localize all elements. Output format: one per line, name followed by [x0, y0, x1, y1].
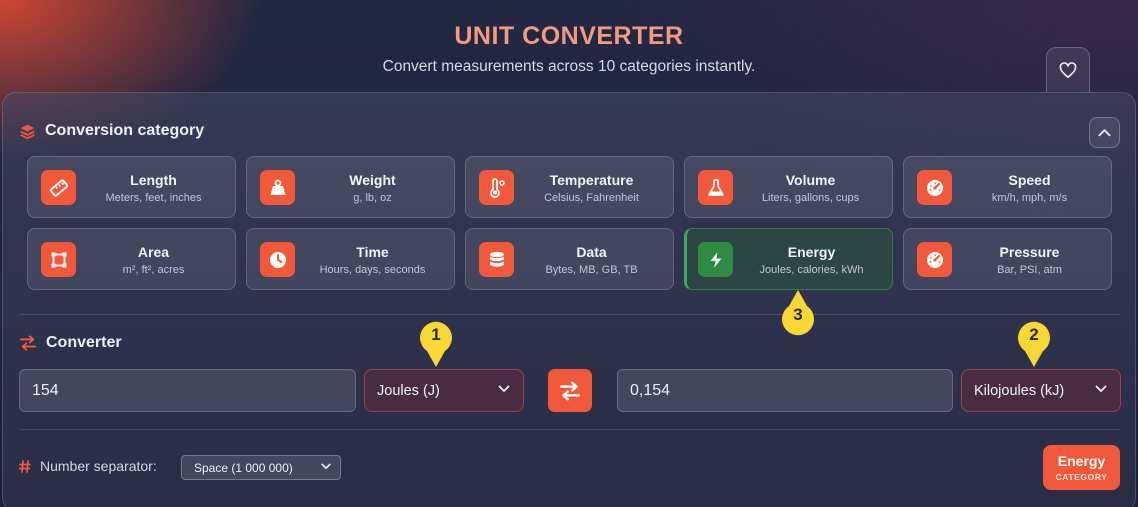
category-card-volume[interactable]: Volume Liters, gallons, cups — [684, 156, 893, 218]
annotation-marker-3: 3 — [780, 288, 816, 336]
category-card-area[interactable]: Area m², ft², acres — [27, 228, 236, 290]
category-name: Time — [356, 244, 389, 260]
divider — [19, 314, 1120, 315]
weight-icon — [260, 170, 295, 205]
chevron-down-icon — [321, 463, 331, 469]
category-card-data[interactable]: Data Bytes, MB, GB, TB — [465, 228, 674, 290]
gauge-icon — [917, 170, 952, 205]
chevron-down-icon — [1095, 385, 1107, 392]
from-unit-label: Joules (J) — [377, 382, 440, 399]
bolt-icon — [698, 242, 733, 277]
category-desc: Meters, feet, inches — [105, 192, 202, 204]
thermometer-icon — [479, 170, 514, 205]
category-card-speed[interactable]: Speed km/h, mph, m/s — [903, 156, 1112, 218]
category-name: Area — [137, 244, 170, 260]
category-name: Temperature — [549, 172, 634, 188]
category-name: Data — [576, 244, 607, 260]
category-badge: Energy CATEGORY — [1043, 445, 1120, 490]
category-name: Length — [130, 172, 177, 188]
category-desc: Liters, gallons, cups — [761, 192, 860, 204]
swap-arrows-icon — [20, 335, 36, 351]
layers-icon — [20, 124, 35, 139]
to-unit-select[interactable]: Kilojoules (kJ) — [961, 369, 1121, 412]
category-desc: Joules, calories, kWh — [759, 264, 864, 276]
annotation-marker-1: 1 — [418, 321, 454, 369]
category-desc: m², ft², acres — [122, 264, 185, 276]
from-value-input[interactable]: 154 — [19, 369, 356, 412]
page-title: UNIT CONVERTER — [454, 22, 684, 50]
gauge-icon — [917, 242, 952, 277]
category-section-header: Conversion category — [19, 122, 204, 140]
annotation-marker-number: 1 — [431, 325, 441, 344]
category-section-title: Conversion category — [45, 122, 205, 139]
favorite-button[interactable] — [1046, 47, 1090, 93]
ruler-icon — [41, 170, 76, 205]
category-desc: Bytes, MB, GB, TB — [545, 264, 638, 276]
converter-section-header: Converter — [19, 334, 122, 352]
category-desc: Hours, days, seconds — [319, 264, 426, 276]
category-card-pressure[interactable]: Pressure Bar, PSI, atm — [903, 228, 1112, 290]
number-separator-select[interactable]: Space (1 000 000) — [181, 455, 341, 480]
area-icon — [41, 242, 76, 277]
category-card-length[interactable]: Length Meters, feet, inches — [27, 156, 236, 218]
page-subtitle: Convert measurements across 10 categorie… — [382, 58, 756, 75]
category-card-temperature[interactable]: Temperature Celsius, Fahrenheit — [465, 156, 674, 218]
annotation-marker-2: 2 — [1016, 321, 1052, 369]
category-name: Weight — [349, 172, 396, 188]
converter-section-title: Converter — [46, 334, 122, 351]
category-desc: Celsius, Fahrenheit — [544, 192, 639, 204]
category-name: Volume — [785, 172, 836, 188]
annotation-marker-number: 3 — [793, 305, 803, 324]
converter-panel — [2, 92, 1136, 507]
category-badge-title: Energy — [1057, 453, 1106, 469]
separator-label: Number separator: — [40, 458, 157, 474]
category-name: Speed — [1008, 172, 1051, 188]
separator-label-group: Number separator: — [19, 458, 157, 474]
from-unit-select[interactable]: Joules (J) — [364, 369, 524, 412]
clock-icon — [260, 242, 295, 277]
divider — [19, 429, 1120, 430]
annotation-marker-number: 2 — [1029, 325, 1039, 344]
category-desc: g, lb, oz — [353, 192, 392, 204]
category-badge-subtitle: CATEGORY — [1055, 472, 1108, 482]
category-name: Energy — [787, 244, 836, 260]
chevron-down-icon — [498, 385, 510, 392]
database-icon — [479, 242, 514, 277]
category-desc: km/h, mph, m/s — [991, 192, 1068, 204]
category-desc: Bar, PSI, atm — [997, 264, 1062, 276]
collapse-button[interactable] — [1089, 117, 1120, 148]
category-name: Pressure — [999, 244, 1060, 260]
chevron-up-icon — [1098, 129, 1111, 137]
to-unit-label: Kilojoules (kJ) — [974, 382, 1065, 399]
swap-units-button[interactable] — [548, 369, 592, 412]
category-card-weight[interactable]: Weight g, lb, oz — [246, 156, 455, 218]
page-header: UNIT CONVERTER Convert measurements acro… — [0, 22, 1138, 76]
category-card-time[interactable]: Time Hours, days, seconds — [246, 228, 455, 290]
hash-icon — [19, 459, 31, 473]
heart-icon — [1059, 62, 1077, 79]
category-card-energy[interactable]: Energy Joules, calories, kWh — [684, 228, 893, 290]
swap-arrows-icon — [559, 381, 581, 400]
flask-icon — [698, 170, 733, 205]
separator-value: Space (1 000 000) — [194, 460, 293, 475]
to-value-output[interactable]: 0,154 — [617, 369, 953, 412]
